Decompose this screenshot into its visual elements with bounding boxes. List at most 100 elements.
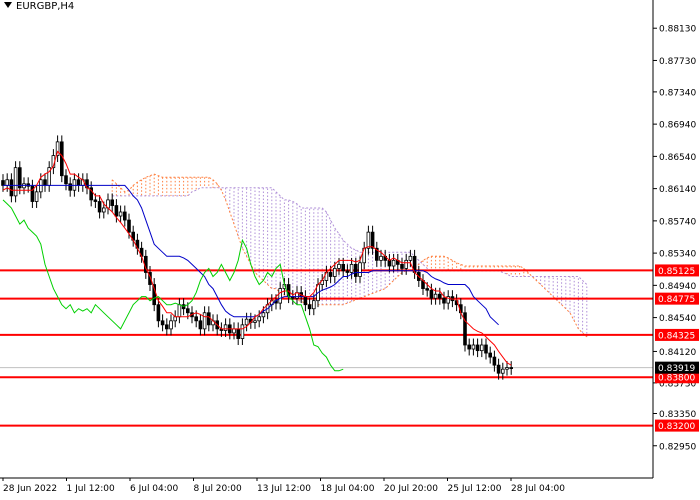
candle-body (442, 297, 446, 304)
candle-body (1, 180, 5, 186)
candle-body (370, 231, 375, 249)
candle-body (253, 320, 257, 323)
candle-body (76, 179, 81, 186)
candle-body (202, 312, 207, 330)
chart-svg[interactable]: 0.88130 0.87730 0.87340 0.86940 0.86540 0.861… (0, 0, 700, 500)
candle-body (484, 344, 488, 354)
candle-body (311, 300, 316, 310)
symbol-label: EURGBP,H4 (4, 1, 74, 12)
level-price-tag-label: 0.85125 (658, 267, 695, 277)
candle-body (232, 328, 236, 334)
candle-body (379, 255, 383, 261)
candle-body (114, 205, 119, 217)
candle-body (102, 207, 106, 213)
candle-body (425, 288, 429, 291)
candle-body (492, 356, 497, 366)
level-price-tag-label: 0.83200 (658, 422, 695, 432)
candle-body (463, 312, 467, 346)
candle-body (43, 179, 47, 186)
candle-body (185, 308, 190, 314)
candle-body (400, 263, 404, 269)
candle-body (341, 263, 345, 272)
candle-body (223, 324, 228, 331)
level-price-tag-label: 0.84325 (658, 331, 695, 341)
y-tick-label: 0.83350 (659, 410, 696, 420)
candle-body (303, 296, 308, 306)
y-tick-label: 0.88130 (659, 25, 696, 35)
dropdown-triangle-icon[interactable] (4, 2, 12, 8)
candle-body (64, 175, 68, 185)
candle-body (240, 324, 245, 339)
x-tick-label: 20 Jul 20:00 (384, 484, 438, 494)
candle-body (236, 328, 241, 339)
y-tick-label: 0.86940 (659, 121, 696, 131)
x-tick-label: 13 Jul 12:00 (257, 484, 311, 494)
x-tick-label: 28 Jun 2022 (3, 484, 57, 494)
y-tick-label: 0.87730 (659, 57, 696, 67)
x-tick-label: 1 Jul 12:00 (67, 484, 116, 494)
candle-body (500, 368, 505, 374)
candle-body (160, 320, 165, 326)
candle-body (488, 352, 492, 358)
candle-body (173, 316, 178, 322)
candle-body (328, 272, 333, 277)
y-tick-label: 0.82950 (659, 442, 696, 452)
candle-body (467, 344, 471, 350)
y-tick-label: 0.86540 (659, 153, 696, 163)
candle-body (349, 263, 354, 273)
candle-body (5, 179, 10, 186)
candle-body (387, 259, 392, 267)
candle-body (194, 316, 199, 322)
level-price-tag-label: 0.83800 (658, 374, 695, 384)
candle-body (93, 199, 98, 202)
candle-body (408, 255, 413, 261)
candle-body (391, 259, 396, 267)
y-tick-label: 0.84120 (659, 348, 696, 358)
y-tick-label: 0.86140 (659, 185, 696, 195)
kijun-sen-line (3, 184, 499, 326)
chikou-span-line (2, 199, 344, 372)
candle-body (244, 318, 249, 326)
candle-body (257, 316, 261, 322)
candle-body (13, 167, 18, 197)
candle-body (429, 289, 434, 299)
candle-body (177, 304, 182, 318)
candle-body (307, 304, 312, 310)
x-tick-label: 25 Jul 12:00 (448, 484, 502, 494)
candle-body (261, 312, 266, 318)
y-tick-label: 0.85340 (659, 250, 696, 260)
candle-body (123, 211, 127, 221)
candle-body (68, 183, 73, 191)
candle-body (366, 231, 371, 249)
level-price-tag-label: 0.84775 (658, 295, 695, 305)
candle-body (345, 270, 350, 273)
candle-body (169, 320, 173, 330)
candle-body (337, 263, 341, 269)
current-price-tag-label: 0.83919 (658, 364, 695, 374)
y-tick-label: 0.84940 (659, 282, 696, 292)
candle-body (479, 344, 484, 352)
x-tick-label: 18 Jul 04:00 (321, 484, 375, 494)
candle-body (97, 201, 102, 213)
symbol-label-text: EURGBP,H4 (16, 1, 75, 12)
candle-body (60, 141, 64, 177)
x-tick-label: 6 Jul 04:00 (130, 484, 179, 494)
candle-body (127, 219, 131, 233)
chart-window: 0.88130 0.87730 0.87340 0.86940 0.86540 0.861… (0, 0, 700, 500)
candle-body (475, 344, 480, 352)
candle-body (9, 179, 14, 197)
candle-body (437, 293, 442, 299)
candle-body (509, 367, 513, 369)
candle-body (332, 268, 337, 277)
candle-body (505, 367, 509, 370)
candle-body (433, 293, 438, 299)
candle-body (496, 364, 501, 374)
candle-body (278, 288, 282, 304)
candle-body (34, 191, 39, 202)
candle-body (206, 312, 211, 326)
x-tick-label: 28 Jul 04:00 (511, 484, 565, 494)
candle-body (17, 167, 22, 189)
candle-body (164, 324, 169, 330)
candle-body (156, 304, 161, 322)
candle-body (118, 211, 123, 217)
